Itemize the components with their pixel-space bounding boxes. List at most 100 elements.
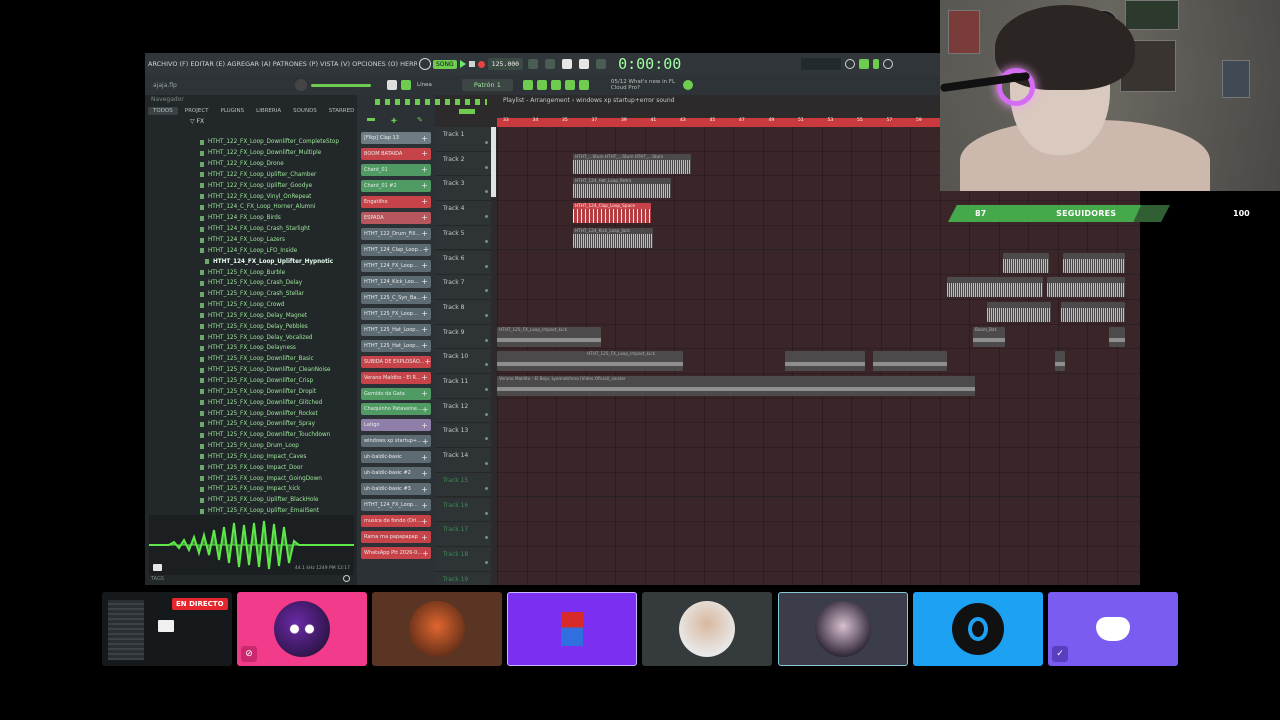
- track-header[interactable]: Track 17: [435, 522, 491, 547]
- browser-item[interactable]: HTHT_125_FX_Loop_Crash_Stellar: [145, 289, 357, 300]
- browser-tab-todos[interactable]: TODOS: [148, 107, 178, 115]
- audio-clip[interactable]: [1109, 326, 1125, 347]
- rack-channel[interactable]: musica de fondo (Ori... +: [361, 515, 431, 528]
- audio-clip[interactable]: HTHT_124_Hat_Loop_Retro: [573, 178, 671, 199]
- rack-channel[interactable]: Engatilho +: [361, 195, 431, 208]
- rack-channel-add-icon[interactable]: +: [421, 309, 428, 318]
- tile-avatar-anime[interactable]: [778, 592, 908, 666]
- track-mute-dot-icon[interactable]: [485, 560, 488, 564]
- stop-icon[interactable]: [468, 61, 475, 67]
- track-mute-dot-icon[interactable]: [485, 338, 488, 342]
- browser-item[interactable]: HTHT_125_FX_Loop_Crowd: [145, 300, 357, 311]
- track-mute-dot-icon[interactable]: [485, 437, 488, 441]
- rack-channel[interactable]: windows xp startup+... +: [361, 435, 431, 448]
- time-display[interactable]: 0:00:00: [618, 55, 681, 73]
- rack-channel[interactable]: WhatsApp Ptt 2026-0... +: [361, 547, 431, 560]
- browser-tab-sounds[interactable]: SOUNDS: [288, 107, 322, 115]
- track-mute-dot-icon[interactable]: [485, 239, 488, 243]
- browser-item[interactable]: HTHT_122_FX_Loop_Uplifter_Goodye: [145, 180, 357, 191]
- audio-clip[interactable]: [1063, 252, 1125, 273]
- browser-item[interactable]: HTHT_122_FX_Loop_Downlifter_Multiple: [145, 148, 357, 159]
- rack-channel-add-icon[interactable]: +: [421, 453, 428, 462]
- track-lane[interactable]: [497, 571, 1140, 585]
- rack-channel[interactable]: ESPADA +: [361, 211, 431, 224]
- line-mode-icon[interactable]: [401, 80, 411, 90]
- rack-channel[interactable]: [Flkp] Clap 13 +: [361, 132, 431, 144]
- audio-clip[interactable]: HTHT_...Stum HTHT_...Stum HTHT_...Stum: [573, 153, 691, 174]
- piano-roll-icon[interactable]: [387, 80, 397, 90]
- rack-channel[interactable]: Verano Maldito - El R... +: [361, 371, 431, 384]
- audio-clip[interactable]: Verano Maldito - El Bejo, Lyonnet/mna (V…: [497, 376, 975, 396]
- browser-tab-plugins[interactable]: PLUGINS: [216, 107, 250, 115]
- track-header[interactable]: Track 6: [435, 250, 491, 276]
- tempo-display[interactable]: 125.000: [487, 58, 524, 70]
- track-mute-dot-icon[interactable]: [485, 363, 488, 367]
- rack-channel-add-icon[interactable]: +: [421, 261, 428, 270]
- audio-clip[interactable]: [1047, 277, 1125, 298]
- browser-item[interactable]: HTHT_125_FX_Loop_Downlifter_Crisp: [145, 376, 357, 387]
- rack-channel[interactable]: HTHT_125_Hat_Loop... +: [361, 339, 431, 352]
- track-mute-dot-icon[interactable]: [485, 141, 488, 144]
- track-lane[interactable]: [497, 472, 1140, 498]
- track-header[interactable]: Track 2: [435, 151, 491, 177]
- track-header[interactable]: Track 16: [435, 497, 491, 523]
- browser-item[interactable]: HTHT_124_C_FX_Loop_Horner_Alumni: [145, 202, 357, 213]
- pattern-selector[interactable]: Patrón 1: [461, 79, 513, 91]
- audio-clip[interactable]: HTHT_124_Clap_Loop_Space: [573, 203, 651, 224]
- news-hint[interactable]: 05/12 What's new in FL Cloud Pro?: [611, 79, 681, 91]
- browser-item[interactable]: HTHT_124_FX_Loop_Birds: [145, 213, 357, 224]
- rack-channel[interactable]: Rama rna papapapap +: [361, 531, 431, 544]
- browser-item[interactable]: HTHT_125_FX_Loop_Delay_Magnet: [145, 311, 357, 322]
- browser-item[interactable]: HTHT_124_FX_Loop_LFO_Inside: [145, 245, 357, 256]
- rack-channel-add-icon[interactable]: +: [422, 437, 429, 446]
- browser-tab-libreria[interactable]: LIBRERIA: [251, 107, 286, 115]
- browser-item[interactable]: HTHT_125_FX_Loop_Downlifter_Rocket: [145, 408, 357, 419]
- search-icon[interactable]: [343, 575, 350, 582]
- track-mute-dot-icon[interactable]: [485, 388, 488, 391]
- metronome-icon[interactable]: [528, 59, 539, 69]
- track-lane[interactable]: [497, 522, 1140, 547]
- rack-channel-add-icon[interactable]: +: [421, 229, 428, 238]
- rack-channel-add-icon[interactable]: +: [421, 134, 428, 143]
- rack-channel[interactable]: Latigo +: [361, 419, 431, 432]
- refresh-icon[interactable]: [845, 59, 856, 69]
- track-mute-dot-icon[interactable]: [485, 215, 488, 219]
- audio-clip[interactable]: [1061, 301, 1125, 322]
- track-lane[interactable]: [497, 448, 1140, 473]
- line-mode-label[interactable]: Línea: [417, 82, 432, 88]
- rack-channel[interactable]: SUBIDA DE EXPLOSÃO... +: [361, 355, 431, 368]
- track-mute-dot-icon[interactable]: [485, 412, 488, 416]
- rack-channel[interactable]: Chant_01 +: [361, 163, 431, 176]
- audio-clip[interactable]: [785, 351, 865, 372]
- audio-clip[interactable]: [873, 351, 947, 372]
- track-mute-dot-icon[interactable]: [485, 264, 488, 268]
- browser-item[interactable]: HTHT_125_FX_Loop_Uplifter_BlackHole: [145, 495, 357, 506]
- browser-item[interactable]: HTHT_122_FX_Loop_Downlifter_CompleteStop: [145, 137, 357, 148]
- scroll-handle[interactable]: [491, 127, 496, 197]
- track-header[interactable]: Track 7: [435, 275, 491, 300]
- browser-item[interactable]: HTHT_125_FX_Loop_Downlifter_Basic: [145, 354, 357, 365]
- audio-clip[interactable]: [1003, 252, 1049, 273]
- track-mute-dot-icon[interactable]: [485, 462, 488, 466]
- countdown-icon[interactable]: [545, 59, 556, 69]
- track-header[interactable]: Track 14: [435, 448, 491, 473]
- rack-pencil-icon[interactable]: ✎: [417, 116, 423, 124]
- browser-item[interactable]: HTHT_124_FX_Loop_Lazers: [145, 235, 357, 246]
- rack-channel[interactable]: Chaquinho Pataveine... +: [361, 403, 431, 416]
- track-header[interactable]: Track 15: [435, 472, 491, 498]
- audio-clip[interactable]: Boom_Bat: [973, 326, 1005, 347]
- rack-menu-icon[interactable]: [367, 118, 375, 121]
- track-header[interactable]: Track 3: [435, 176, 491, 202]
- browser-item[interactable]: HTHT_125_FX_Loop_Burble: [145, 267, 357, 278]
- track-mute-dot-icon[interactable]: [485, 511, 488, 515]
- rack-channel-add-icon[interactable]: +: [421, 469, 428, 478]
- rack-channel[interactable]: HTHT_124_Kick_Loo... +: [361, 275, 431, 288]
- track-header[interactable]: Track 4: [435, 201, 491, 226]
- browser-item[interactable]: HTHT_125_FX_Loop_Downlifter_Dropit: [145, 386, 357, 397]
- folder-fx[interactable]: ▽ FX: [145, 117, 357, 127]
- browser-item[interactable]: HTHT_125_FX_Loop_Delayness: [145, 343, 357, 354]
- snap-icon[interactable]: [459, 109, 475, 114]
- pattern-song-toggle[interactable]: SONG: [433, 59, 457, 69]
- rack-channel[interactable]: HTHT_124_Clap_Loop... +: [361, 243, 431, 256]
- track-header[interactable]: Track 5: [435, 225, 491, 251]
